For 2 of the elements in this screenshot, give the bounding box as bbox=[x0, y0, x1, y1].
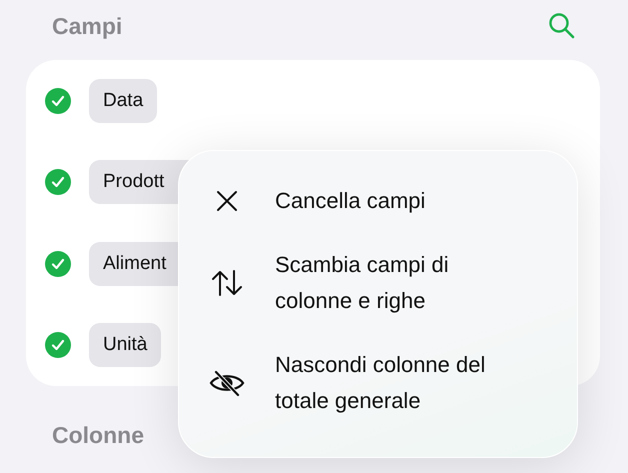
section-title: Colonne bbox=[52, 422, 145, 449]
section-title: Campi bbox=[52, 12, 122, 40]
